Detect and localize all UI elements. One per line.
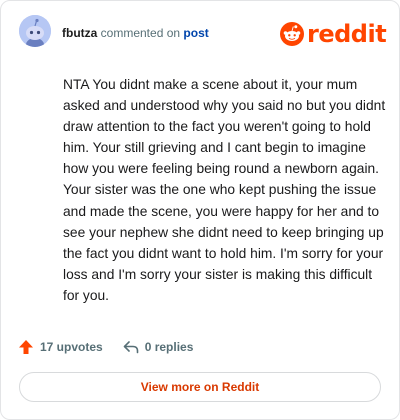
reply-button[interactable]: 0 replies: [123, 339, 194, 355]
view-more-label: View more on Reddit: [140, 380, 260, 394]
username[interactable]: fbutza: [62, 26, 97, 40]
commented-on-text: commented on: [100, 26, 181, 40]
comment-card: fbutza commented on post reddit NTA You …: [0, 0, 400, 420]
reddit-wordmark: reddit: [307, 20, 387, 48]
upvote-count: 17 upvotes: [40, 340, 103, 354]
avatar[interactable]: [19, 15, 51, 47]
reddit-logo[interactable]: reddit: [280, 19, 387, 49]
upvote-arrow-icon: [19, 340, 33, 354]
upvote-button[interactable]: 17 upvotes: [18, 339, 103, 355]
reddit-snoo-icon: [280, 22, 304, 46]
view-more-button[interactable]: View more on Reddit: [19, 372, 381, 402]
reply-count: 0 replies: [144, 340, 194, 354]
comment-actions: 17 upvotes 0 replies: [18, 339, 193, 355]
comment-body: NTA You didnt make a scene about it, you…: [63, 77, 386, 303]
avatar-snoo-icon: [19, 15, 51, 47]
reply-arrow-icon: [123, 341, 139, 354]
comment-header: fbutza commented on post: [62, 26, 209, 40]
post-link[interactable]: post: [183, 26, 208, 40]
